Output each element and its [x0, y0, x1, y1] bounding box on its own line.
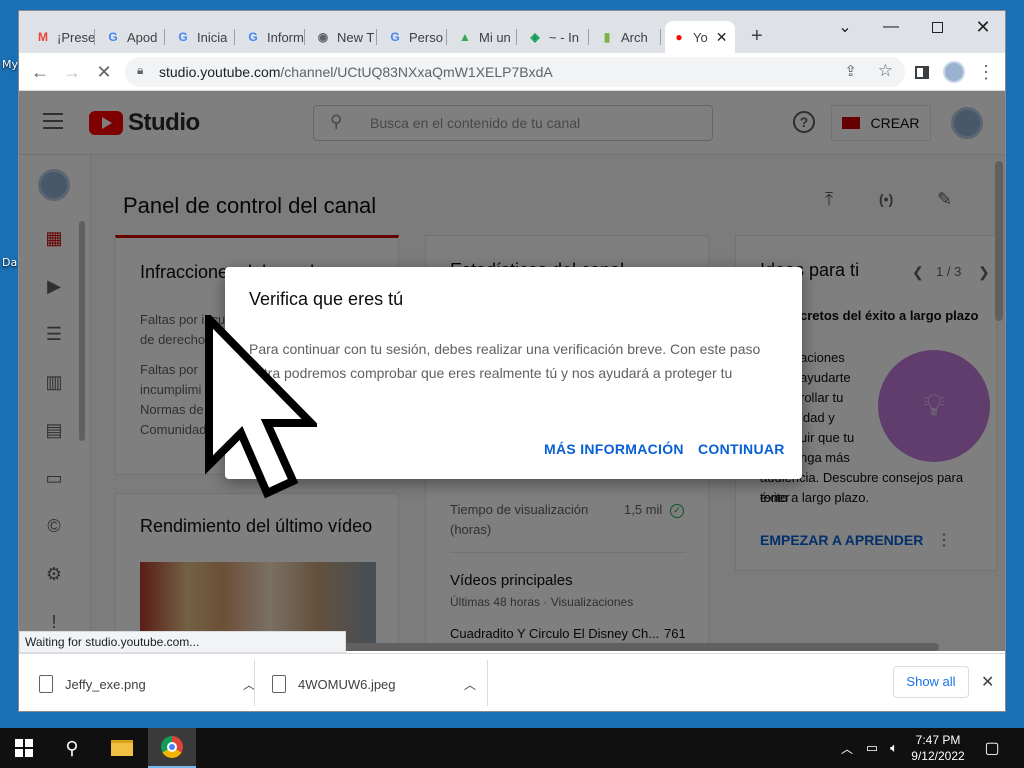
mouse-cursor-icon: [205, 315, 317, 499]
status-bubble: Waiting for studio.youtube.com...: [19, 631, 346, 653]
download-item[interactable]: Jeffy_exe.png ︿: [39, 654, 255, 711]
show-all-button[interactable]: Show all: [893, 666, 969, 698]
gmail-icon: M: [38, 30, 48, 44]
chevron-up-icon[interactable]: ︿: [464, 676, 476, 693]
divider: [254, 660, 255, 706]
url-path: /channel/UCtUQ83NXxaQmW1XELP7BxdA: [280, 64, 553, 80]
profile-avatar[interactable]: [941, 59, 967, 85]
tab-separator: [304, 29, 305, 45]
google-icon: G: [390, 30, 400, 44]
tab-1[interactable]: G Apod: [99, 21, 165, 53]
tab-separator: [660, 29, 661, 45]
dialog-title: Verifica que eres tú: [249, 289, 404, 309]
close-downloads-icon[interactable]: ✕: [981, 672, 994, 692]
youtube-studio-icon: ●: [675, 30, 683, 44]
taskbar-search-icon[interactable]: ⚲: [48, 728, 96, 768]
url-host: studio.youtube.com: [159, 64, 281, 80]
forward-icon[interactable]: →: [59, 59, 85, 85]
google-icon: G: [108, 30, 118, 44]
file-icon: [39, 675, 53, 693]
file-explorer-icon[interactable]: [98, 728, 146, 768]
tab-7[interactable]: ◈ ~ - In: [521, 21, 589, 53]
address-bar[interactable]: 🔒︎ studio.youtube.com/channel/UCtUQ83NXx…: [125, 57, 905, 87]
close-window-icon[interactable]: ✕: [960, 11, 1005, 43]
tab-label: Apod: [127, 29, 158, 45]
browser-menu-icon[interactable]: ⋮: [973, 59, 999, 85]
tab-label: ~ - In: [549, 29, 579, 45]
tab-label: Perso: [409, 29, 443, 45]
drive-icon: ▲: [459, 30, 471, 44]
tab-separator: [164, 29, 165, 45]
show-hidden-icons-icon[interactable]: ︿: [838, 728, 856, 768]
tab-separator: [94, 29, 95, 45]
more-info-button[interactable]: MÁS INFORMACIÓN: [544, 441, 684, 457]
tab-2[interactable]: G Inicia: [169, 21, 235, 53]
tab-3[interactable]: G Inform: [239, 21, 305, 53]
back-icon[interactable]: ←: [27, 59, 53, 85]
lock-icon: 🔒︎: [137, 63, 144, 77]
app-icon: ◈: [530, 30, 540, 44]
tab-4[interactable]: ◉ New T: [309, 21, 377, 53]
tab-label: Mi un: [479, 29, 511, 45]
divider: [487, 660, 488, 706]
tab-0[interactable]: M ¡Prese: [29, 21, 95, 53]
maximize-icon[interactable]: [914, 11, 960, 43]
share-icon[interactable]: ⇪: [844, 62, 857, 80]
minimize-icon[interactable]: —: [868, 11, 914, 43]
download-shelf: Jeffy_exe.png ︿ 4WOMUW6.jpeg ︿ Show all …: [19, 653, 1005, 711]
continue-button[interactable]: CONTINUAR: [698, 441, 785, 457]
bookmark-star-icon[interactable]: ☆: [878, 61, 893, 81]
desktop-label-my: My: [2, 58, 19, 71]
tab-label: Arch: [621, 29, 648, 45]
clock-time: 7:47 PM: [915, 733, 961, 747]
tab-separator: [234, 29, 235, 45]
google-icon: G: [248, 30, 258, 44]
new-tab-button[interactable]: +: [751, 25, 763, 48]
tab-label: Inicia: [197, 29, 228, 45]
chrome-taskbar-icon[interactable]: [148, 728, 196, 768]
notifications-icon[interactable]: ▢: [978, 728, 1006, 768]
clock[interactable]: 7:47 PM 9/12/2022: [906, 728, 970, 768]
tab-label: ¡Prese: [57, 29, 95, 45]
google-icon: G: [178, 30, 188, 44]
volume-icon[interactable]: 🔈︎: [884, 728, 904, 768]
tab-6[interactable]: ▲ Mi un: [451, 21, 517, 53]
tab-separator: [588, 29, 589, 45]
browser-toolbar: ← → ✕ 🔒︎ studio.youtube.com/channel/UCtU…: [19, 53, 1005, 91]
tab-label: Yo: [693, 29, 708, 45]
download-filename: Jeffy_exe.png: [65, 676, 146, 692]
youtube-studio-page: Studio ⚲ Busca en el contenido de tu can…: [19, 91, 1005, 651]
side-panel-icon[interactable]: [909, 59, 935, 85]
download-filename: 4WOMUW6.jpeg: [298, 676, 396, 692]
tab-separator: [446, 29, 447, 45]
stop-loading-icon[interactable]: ✕: [91, 59, 117, 85]
tab-strip: M ¡Prese G Apod G Inicia G Inform ◉ New T G Perso ▲ M…: [19, 11, 1005, 53]
tab-separator: [376, 29, 377, 45]
windows-start-icon[interactable]: [0, 728, 48, 768]
tab-9[interactable]: ● Yo ✕: [665, 21, 735, 53]
tab-separator: [516, 29, 517, 45]
tab-8[interactable]: ▮ Arch: [593, 21, 661, 53]
browser-window: M ¡Prese G Apod G Inicia G Inform ◉ New T G Perso ▲ M…: [18, 10, 1006, 712]
network-icon[interactable]: ▭: [862, 728, 882, 768]
desktop-label-da: Da: [2, 256, 18, 269]
taskbar: ⚲ ︿ ▭ 🔈︎ 7:47 PM 9/12/2022 ▢: [0, 728, 1024, 768]
tab-label: New T: [337, 29, 375, 45]
close-tab-icon[interactable]: ✕: [716, 29, 728, 46]
chrome-icon: ◉: [317, 30, 329, 44]
tab-5[interactable]: G Perso: [381, 21, 447, 53]
clock-date: 9/12/2022: [911, 749, 965, 763]
tab-search-icon[interactable]: ⌄: [822, 11, 868, 43]
tab-label: Inform: [267, 29, 304, 45]
download-item[interactable]: 4WOMUW6.jpeg ︿: [272, 654, 488, 711]
file-icon: [272, 675, 286, 693]
dialog-body: Para continuar con tu sesión, debes real…: [249, 341, 761, 405]
book-icon: ▮: [603, 30, 611, 44]
